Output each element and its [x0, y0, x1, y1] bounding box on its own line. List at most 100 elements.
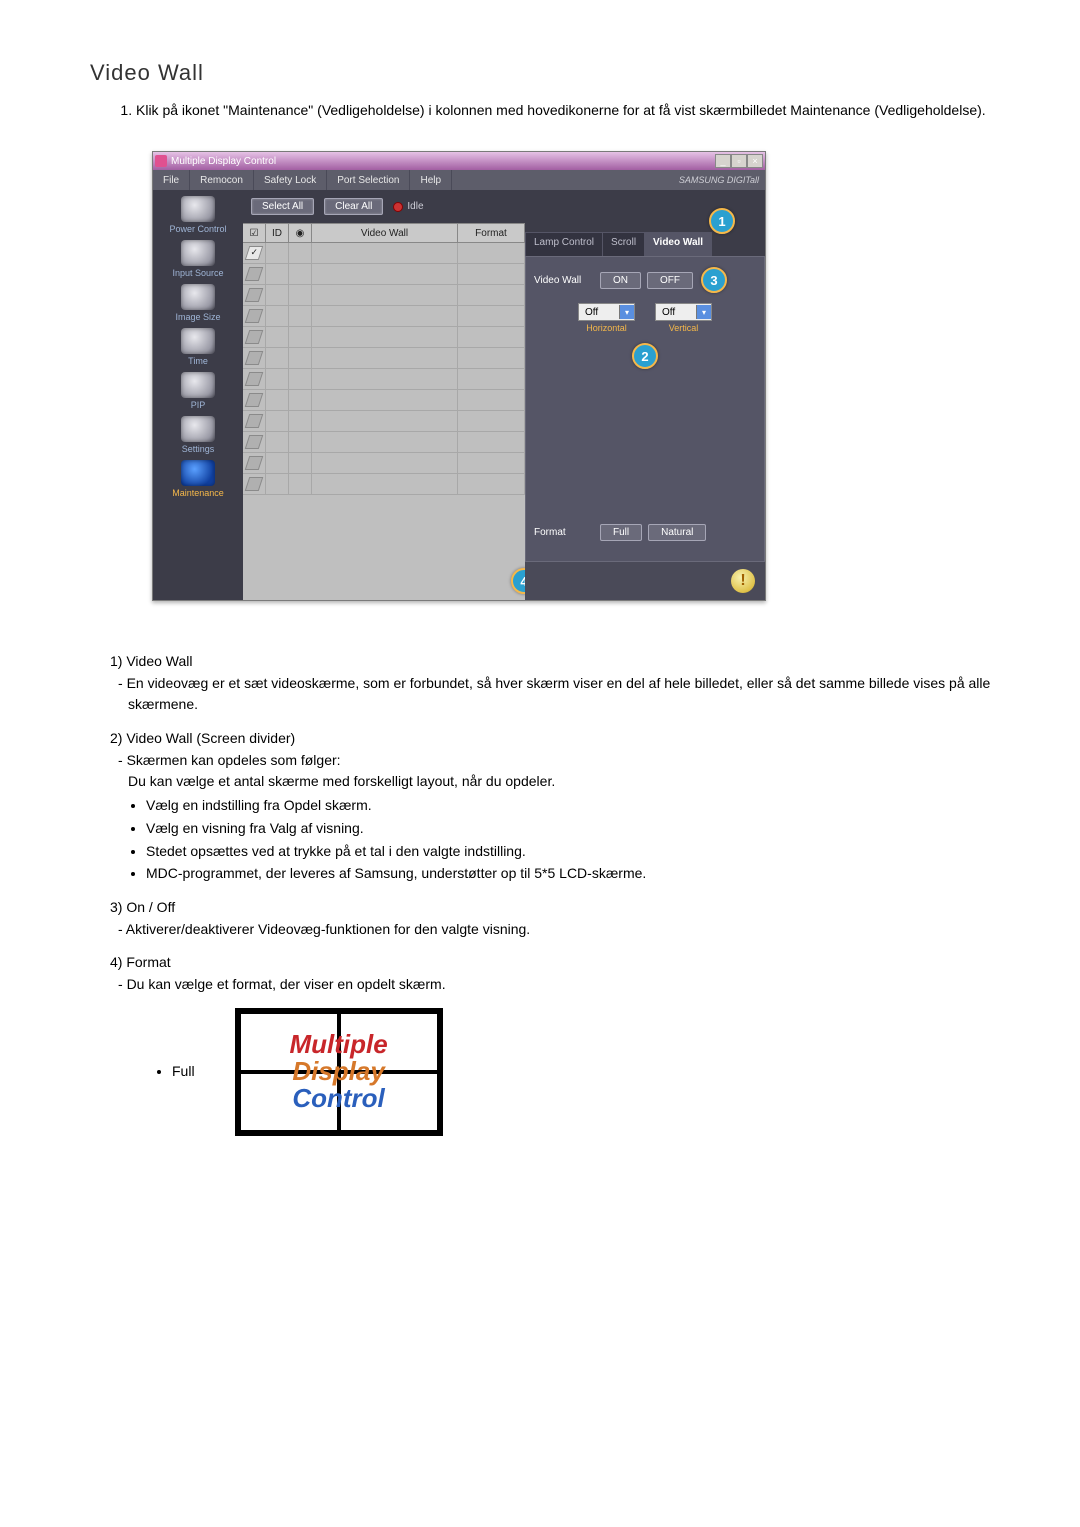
- figure-text: Display: [292, 1058, 385, 1085]
- callout-3: 3: [701, 267, 727, 293]
- row-checkbox[interactable]: [245, 456, 264, 470]
- label-horizontal: Horizontal: [578, 323, 635, 333]
- label-vertical: Vertical: [655, 323, 712, 333]
- sidebar-item-label: Input Source: [153, 268, 243, 278]
- minimize-icon[interactable]: _: [715, 154, 731, 168]
- sidebar-item-pip[interactable]: PIP: [153, 372, 243, 410]
- row-checkbox[interactable]: [245, 330, 264, 344]
- natural-button[interactable]: Natural: [648, 524, 706, 541]
- table-row[interactable]: [243, 285, 525, 306]
- grid-header: ☑ ID ◉ Video Wall Format: [243, 223, 525, 243]
- row-checkbox[interactable]: [245, 393, 264, 407]
- desc-4-body: Du kan vælge et format, der viser en opd…: [110, 974, 1010, 996]
- sidebar-item-settings[interactable]: Settings: [153, 416, 243, 454]
- table-row[interactable]: [243, 474, 525, 495]
- menu-safety-lock[interactable]: Safety Lock: [254, 170, 327, 190]
- table-row[interactable]: [243, 348, 525, 369]
- tab-lamp-control[interactable]: Lamp Control: [525, 232, 603, 256]
- power-icon: [181, 196, 215, 222]
- sidebar-item-time[interactable]: Time: [153, 328, 243, 366]
- table-row[interactable]: [243, 390, 525, 411]
- on-button[interactable]: ON: [600, 272, 641, 289]
- intro-item: Klik på ikonet "Maintenance" (Vedligehol…: [136, 100, 1010, 121]
- row-checkbox[interactable]: [245, 435, 264, 449]
- footer-bar: !: [525, 562, 765, 600]
- pip-icon: [181, 372, 215, 398]
- sidebar-item-input-source[interactable]: Input Source: [153, 240, 243, 278]
- sidebar-item-label: Settings: [153, 444, 243, 454]
- panel-label-format: Format: [534, 527, 594, 538]
- time-icon: [181, 328, 215, 354]
- callout-2: 2: [632, 343, 658, 369]
- desc-3-body: Aktiverer/deaktiverer Videovæg-funktione…: [110, 919, 1010, 941]
- desc-3-heading: 3) On / Off: [110, 897, 1010, 919]
- panel-label-video-wall: Video Wall: [534, 275, 594, 286]
- col-checkbox: ☑: [243, 224, 266, 242]
- grid-body: 4: [243, 243, 525, 600]
- restore-icon[interactable]: ▫: [731, 154, 747, 168]
- table-row[interactable]: [243, 264, 525, 285]
- desc-2-bullet: Stedet opsættes ved at trykke på et tal …: [146, 841, 1010, 863]
- table-row[interactable]: [243, 411, 525, 432]
- table-row[interactable]: [243, 243, 525, 264]
- full-button[interactable]: Full: [600, 524, 642, 541]
- video-wall-panel: Video Wall ON OFF 3 Off ▾ Horiz: [525, 256, 765, 562]
- sidebar: Power Control Input Source Image Size Ti…: [153, 190, 243, 600]
- row-checkbox[interactable]: [245, 288, 264, 302]
- desc-1-body: En videovæg er et sæt videoskærme, som e…: [110, 673, 1010, 716]
- off-button[interactable]: OFF: [647, 272, 693, 289]
- table-row[interactable]: [243, 369, 525, 390]
- desc-2-bullet: MDC-programmet, der leveres af Samsung, …: [146, 863, 1010, 885]
- desc-2-bullet: Vælg en visning fra Valg af visning.: [146, 818, 1010, 840]
- window-title: Multiple Display Control: [171, 156, 276, 167]
- row-checkbox[interactable]: [245, 309, 264, 323]
- table-row[interactable]: [243, 327, 525, 348]
- table-row[interactable]: [243, 432, 525, 453]
- close-icon[interactable]: ×: [747, 154, 763, 168]
- app-icon: [155, 155, 167, 167]
- callout-1: 1: [709, 208, 735, 234]
- select-all-button[interactable]: Select All: [251, 198, 314, 215]
- vertical-select[interactable]: Off ▾: [655, 303, 712, 321]
- app-screenshot: Multiple Display Control _ ▫ × File Remo…: [152, 151, 1010, 601]
- image-size-icon: [181, 284, 215, 310]
- desc-2-bullet: Vælg en indstilling fra Opdel skærm.: [146, 795, 1010, 817]
- desc-2-heading: 2) Video Wall (Screen divider): [110, 728, 1010, 750]
- sidebar-item-maintenance[interactable]: Maintenance: [153, 460, 243, 498]
- menu-help[interactable]: Help: [410, 170, 452, 190]
- sidebar-item-image-size[interactable]: Image Size: [153, 284, 243, 322]
- figure-text: Control: [292, 1085, 384, 1112]
- maintenance-icon: [181, 460, 215, 486]
- sidebar-item-label: PIP: [153, 400, 243, 410]
- desc-4-heading: 4) Format: [110, 952, 1010, 974]
- col-format: Format: [458, 224, 525, 242]
- desc-1-heading: 1) Video Wall: [110, 651, 1010, 673]
- sidebar-item-power-control[interactable]: Power Control: [153, 196, 243, 234]
- menu-bar: File Remocon Safety Lock Port Selection …: [153, 170, 765, 190]
- tab-video-wall[interactable]: Video Wall: [644, 232, 712, 256]
- table-row[interactable]: [243, 306, 525, 327]
- sidebar-item-label: Time: [153, 356, 243, 366]
- callout-4: 4: [511, 568, 525, 594]
- horizontal-select[interactable]: Off ▾: [578, 303, 635, 321]
- row-checkbox[interactable]: [245, 351, 264, 365]
- row-checkbox[interactable]: [245, 372, 264, 386]
- chevron-down-icon: ▾: [619, 305, 634, 319]
- alert-icon: !: [731, 569, 755, 593]
- tab-scroll[interactable]: Scroll: [602, 232, 645, 256]
- sidebar-item-label: Power Control: [153, 224, 243, 234]
- row-checkbox[interactable]: [245, 414, 264, 428]
- right-tabs: Lamp Control Scroll Video Wall: [525, 232, 765, 256]
- row-checkbox[interactable]: [245, 477, 264, 491]
- table-row[interactable]: [243, 453, 525, 474]
- clear-all-button[interactable]: Clear All: [324, 198, 383, 215]
- status-dot-icon: [393, 202, 403, 212]
- row-checkbox[interactable]: [245, 267, 264, 281]
- title-bar: Multiple Display Control _ ▫ ×: [153, 152, 765, 170]
- menu-file[interactable]: File: [153, 170, 190, 190]
- menu-remocon[interactable]: Remocon: [190, 170, 254, 190]
- col-status: ◉: [289, 224, 312, 242]
- menu-port-selection[interactable]: Port Selection: [327, 170, 410, 190]
- status-badge: Idle: [393, 201, 423, 212]
- row-checkbox[interactable]: [245, 246, 264, 260]
